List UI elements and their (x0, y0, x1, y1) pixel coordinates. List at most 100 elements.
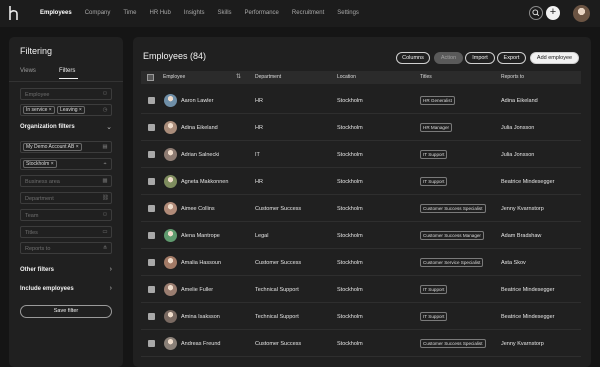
team-field[interactable]: Team ⚇ (20, 209, 112, 221)
nav-performance[interactable]: Performance (245, 10, 279, 16)
table-row[interactable]: Agneta Makkonnen HR Stockholm IT Support Bea… (141, 168, 581, 195)
top-navigation: Employees Company Time HR Hub Insights S… (0, 0, 600, 27)
tab-filters[interactable]: Filters (59, 68, 75, 74)
title-badge: Customer Success Manager (420, 231, 484, 240)
employee-name[interactable]: Alena Mantrope (181, 233, 220, 239)
location-cell: Stockholm (337, 233, 363, 239)
row-checkbox[interactable] (148, 232, 155, 239)
table-row[interactable]: Andreas Freund Customer Success Stockholm C… (141, 330, 581, 357)
include-employees-header[interactable]: Include employees (20, 286, 74, 292)
employees-panel: Employees (84) Columns Action Import Exp… (133, 37, 591, 367)
column-titles[interactable]: Titles (420, 74, 432, 80)
employee-name[interactable]: Amina Isaksson (181, 314, 220, 320)
search-icon[interactable] (529, 6, 543, 20)
column-reports-to[interactable]: Reports to (501, 74, 524, 80)
table-row[interactable]: Aimee Collins Customer Success Stockholm Cu… (141, 195, 581, 222)
row-checkbox[interactable] (148, 151, 155, 158)
row-checkbox[interactable] (148, 286, 155, 293)
column-department[interactable]: Department (255, 74, 281, 80)
nav-company[interactable]: Company (85, 10, 111, 16)
employee-field[interactable]: Employee ⚇ (20, 88, 112, 100)
chip-company[interactable]: My Demo Account AB × (23, 143, 82, 151)
select-all-checkbox[interactable] (147, 74, 154, 81)
logo-icon[interactable] (9, 5, 20, 21)
employee-name[interactable]: Amalia Hassoun (181, 260, 221, 266)
row-checkbox[interactable] (148, 313, 155, 320)
department-field[interactable]: Department ⛓ (20, 192, 112, 204)
organization-filters-header[interactable]: Organization filters (20, 124, 75, 130)
add-icon[interactable]: + (546, 6, 560, 20)
nav-recruitment[interactable]: Recruitment (292, 10, 324, 16)
table-row[interactable]: Alena Mantrope Legal Stockholm Customer Suc… (141, 222, 581, 249)
employee-name[interactable]: Adina Eikeland (181, 125, 218, 131)
add-employee-button[interactable]: Add employee (530, 52, 579, 64)
user-avatar[interactable] (573, 5, 590, 22)
table-row[interactable]: Amina Isaksson Technical Support Stockholm… (141, 303, 581, 330)
divider (9, 81, 123, 82)
titles-field[interactable]: Titles ▭ (20, 226, 112, 238)
table-row[interactable]: Amelie Fuller Technical Support Stockholm I… (141, 276, 581, 303)
grid-icon: ▩ (102, 178, 108, 184)
chevron-down-icon[interactable]: ⌄ (106, 123, 112, 131)
column-location[interactable]: Location (337, 74, 356, 80)
employee-name[interactable]: Andreas Freund (181, 341, 220, 347)
id-card-icon: ▭ (102, 229, 108, 235)
company-field[interactable]: My Demo Account AB × ▦ (20, 141, 112, 153)
nav-time[interactable]: Time (123, 10, 136, 16)
columns-button[interactable]: Columns (396, 52, 430, 64)
nav-hr-hub[interactable]: HR Hub (150, 10, 171, 16)
import-button[interactable]: Import (465, 52, 495, 64)
employee-name[interactable]: Aimee Collins (181, 206, 215, 212)
nav-insights[interactable]: Insights (184, 10, 205, 16)
department-cell: Technical Support (255, 287, 299, 293)
chip-stockholm[interactable]: Stockholm × (23, 160, 57, 168)
sort-icon[interactable]: ⇅ (236, 73, 241, 80)
title-badge: IT Support (420, 177, 448, 186)
department-placeholder: Department (25, 196, 54, 202)
row-checkbox[interactable] (148, 97, 155, 104)
reports-to-cell: Beatrice Mindesegger (501, 179, 555, 185)
nav-settings[interactable]: Settings (337, 10, 359, 16)
row-checkbox[interactable] (148, 340, 155, 347)
employee-name[interactable]: Adrian Salnecki (181, 152, 219, 158)
save-filter-button[interactable]: Save filter (20, 305, 112, 318)
department-cell: HR (255, 98, 263, 104)
reports-to-placeholder: Reports to (25, 246, 51, 252)
employment-status-field[interactable]: In service × Leaving × ◷ (20, 104, 112, 116)
table-row[interactable]: Aaron Lawler HR Stockholm HR Generalist Adin… (141, 87, 581, 114)
reports-to-cell: Julia Jonsson (501, 152, 535, 158)
business-area-field[interactable]: Business area ▩ (20, 175, 112, 187)
export-button[interactable]: Export (497, 52, 526, 64)
nav-employees[interactable]: Employees (40, 10, 72, 16)
chevron-right-icon[interactable]: › (110, 285, 112, 292)
other-filters-header[interactable]: Other filters (20, 267, 54, 273)
tab-views[interactable]: Views (20, 68, 36, 74)
chip-leaving[interactable]: Leaving × (57, 106, 85, 114)
table-header: Employee ⇅ Department Location Titles Re… (141, 71, 581, 84)
chevron-right-icon[interactable]: › (110, 266, 112, 273)
location-cell: Stockholm (337, 287, 363, 293)
row-checkbox[interactable] (148, 205, 155, 212)
table-row[interactable]: Adina Eikeland HR Stockholm HR Manager Julia… (141, 114, 581, 141)
row-checkbox[interactable] (148, 178, 155, 185)
employee-name[interactable]: Agneta Makkonnen (181, 179, 228, 185)
employee-name[interactable]: Amelie Fuller (181, 287, 213, 293)
reports-to-cell: Adina Eikeland (501, 98, 538, 104)
chip-in-service[interactable]: In service × (23, 106, 55, 114)
action-button[interactable]: Action (434, 52, 463, 64)
table-row[interactable]: Amalia Hassoun Customer Success Stockholm C… (141, 249, 581, 276)
location-field[interactable]: Stockholm × ⌖ (20, 158, 112, 170)
employee-name[interactable]: Aaron Lawler (181, 98, 213, 104)
page-title: Employees (84) (143, 51, 207, 61)
chip-label: My Demo Account AB (26, 144, 75, 150)
reports-to-cell: Beatrice Mindesegger (501, 314, 555, 320)
row-checkbox[interactable] (148, 259, 155, 266)
title-badge: IT Support (420, 150, 448, 159)
department-cell: Legal (255, 233, 269, 239)
department-cell: HR (255, 179, 263, 185)
nav-skills[interactable]: Skills (218, 10, 232, 16)
row-checkbox[interactable] (148, 124, 155, 131)
table-row[interactable]: Adrian Salnecki IT Stockholm IT Support Juli… (141, 141, 581, 168)
column-employee[interactable]: Employee (163, 74, 185, 80)
reports-to-field[interactable]: Reports to ⋔ (20, 242, 112, 254)
